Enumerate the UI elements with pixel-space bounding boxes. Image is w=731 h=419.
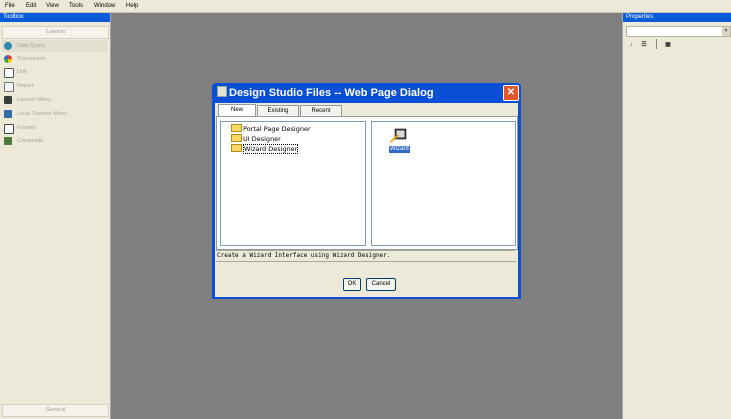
design-studio-files-dialog: Design Studio Files -- Web Page Dialog ✕… [212,83,521,299]
data-query-icon [4,42,12,50]
menu-view[interactable]: View [46,3,59,9]
close-icon: ✕ [506,87,516,98]
toolbox-title: Toolbox [0,13,110,22]
chevron-down-icon[interactable]: ▼ [722,27,730,36]
template-list[interactable]: Wizard [371,121,516,246]
cancel-button[interactable]: Cancel [366,278,396,291]
toolbox-item-transaction[interactable]: Transaction [2,53,107,65]
menu-tools[interactable]: Tools [69,3,83,9]
report-icon [4,82,14,92]
menu-edit[interactable]: Edit [26,3,36,9]
wizard-icon[interactable] [389,128,407,144]
divider [216,261,516,262]
tab-page-new: Portal Page Designer UI Designer Wizard … [216,116,518,250]
close-button[interactable]: ✕ [503,85,519,101]
toolbox-item-composite[interactable]: Composite [2,135,107,147]
dialog-page-icon [217,86,227,97]
toolbox-item-local-transfer-menu[interactable]: Local Transfer Menu [2,108,107,120]
tree-item-wizard-designer[interactable]: Wizard Designer [231,144,299,154]
formlet-icon [4,124,14,134]
description-text: Create a Wizard Interface using Wizard D… [216,250,515,260]
folder-icon [231,124,242,132]
menu-bar: File Edit View Tools Window Help [0,0,731,13]
properties-panel: Properties ▼ ↓ ☰ ▣ [622,13,731,419]
tree-item-portal-page-designer[interactable]: Portal Page Designer [231,124,311,133]
lawson-menu-icon [4,96,12,104]
dialog-title: Design Studio Files -- Web Page Dialog [229,87,434,99]
menu-file[interactable]: File [5,3,15,9]
properties-title: Properties [623,13,731,22]
folder-icon [231,144,242,152]
sort-categorized-icon[interactable]: ☰ [639,40,649,50]
menu-help[interactable]: Help [126,3,138,9]
toolbox-item-report[interactable]: Report [2,80,107,92]
menu-window[interactable]: Window [94,3,115,9]
toolbox-section-general[interactable]: General [2,404,109,417]
sort-alphabetical-icon[interactable]: ↓ [626,40,636,50]
toolbox-panel: Toolbox Lawson Data Query Transaction Dr… [0,13,111,419]
drill-icon [4,68,14,78]
local-transfer-menu-icon [4,110,12,118]
composite-icon [4,137,12,145]
toolbox-item-lawson-menu[interactable]: Lawson Menu [2,94,107,106]
toolbar-separator [656,39,657,49]
toolbox-section-lawson[interactable]: Lawson [2,26,109,39]
toolbox-item-formlet[interactable]: Formlet [2,122,107,134]
toolbox-item-data-query[interactable]: Data Query [2,40,107,52]
toolbox-item-drill[interactable]: Drill [2,66,107,78]
folder-icon [231,134,242,142]
property-pages-icon[interactable]: ▣ [663,40,673,50]
tree-item-ui-designer[interactable]: UI Designer [231,134,281,143]
properties-object-select[interactable]: ▼ [626,26,731,37]
designer-tree[interactable]: Portal Page Designer UI Designer Wizard … [220,121,366,246]
ok-button[interactable]: OK [343,278,361,291]
transaction-icon [4,55,12,63]
dialog-title-bar: Design Studio Files -- Web Page Dialog [215,85,518,102]
dialog-body: New Existing Recent Portal Page Designer… [215,103,518,297]
list-item-wizard-label[interactable]: Wizard [389,146,410,153]
